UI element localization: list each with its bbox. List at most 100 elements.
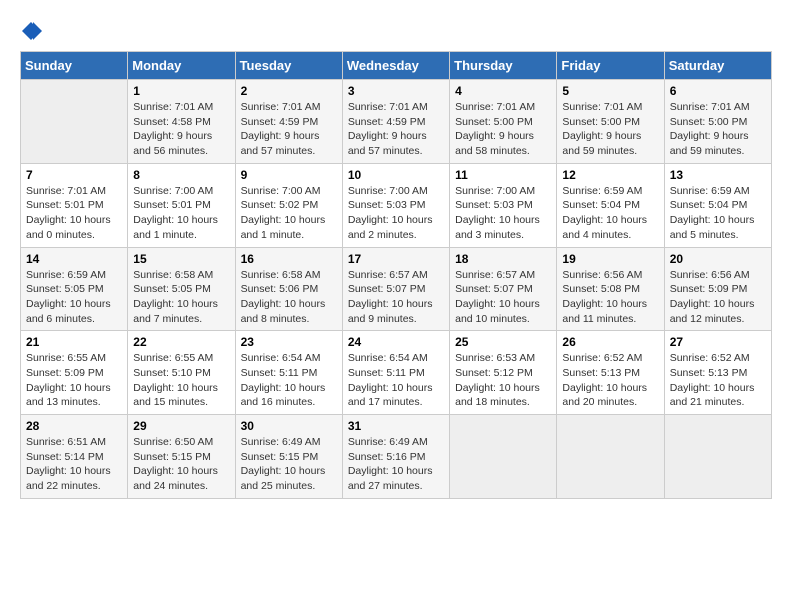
day-info: Sunrise: 6:52 AMSunset: 5:13 PMDaylight:… xyxy=(670,351,766,410)
calendar-cell: 7 Sunrise: 7:01 AMSunset: 5:01 PMDaylight… xyxy=(21,163,128,247)
day-number: 26 xyxy=(562,335,658,349)
day-number: 31 xyxy=(348,419,444,433)
day-info: Sunrise: 7:01 AMSunset: 4:58 PMDaylight:… xyxy=(133,100,229,159)
calendar-cell: 4 Sunrise: 7:01 AMSunset: 5:00 PMDaylight… xyxy=(450,80,557,164)
day-number: 7 xyxy=(26,168,122,182)
day-info: Sunrise: 7:01 AMSunset: 4:59 PMDaylight:… xyxy=(348,100,444,159)
calendar-cell: 10 Sunrise: 7:00 AMSunset: 5:03 PMDayligh… xyxy=(342,163,449,247)
calendar-cell: 30 Sunrise: 6:49 AMSunset: 5:15 PMDayligh… xyxy=(235,415,342,499)
calendar-cell: 14 Sunrise: 6:59 AMSunset: 5:05 PMDayligh… xyxy=(21,247,128,331)
day-info: Sunrise: 6:55 AMSunset: 5:09 PMDaylight:… xyxy=(26,351,122,410)
day-info: Sunrise: 6:54 AMSunset: 5:11 PMDaylight:… xyxy=(241,351,337,410)
day-info: Sunrise: 6:55 AMSunset: 5:10 PMDaylight:… xyxy=(133,351,229,410)
day-number: 29 xyxy=(133,419,229,433)
calendar-cell xyxy=(557,415,664,499)
day-header-saturday: Saturday xyxy=(664,52,771,80)
day-info: Sunrise: 6:54 AMSunset: 5:11 PMDaylight:… xyxy=(348,351,444,410)
day-info: Sunrise: 6:50 AMSunset: 5:15 PMDaylight:… xyxy=(133,435,229,494)
calendar-cell: 27 Sunrise: 6:52 AMSunset: 5:13 PMDayligh… xyxy=(664,331,771,415)
calendar-cell: 26 Sunrise: 6:52 AMSunset: 5:13 PMDayligh… xyxy=(557,331,664,415)
calendar-cell: 28 Sunrise: 6:51 AMSunset: 5:14 PMDayligh… xyxy=(21,415,128,499)
day-number: 3 xyxy=(348,84,444,98)
day-number: 23 xyxy=(241,335,337,349)
calendar-cell: 22 Sunrise: 6:55 AMSunset: 5:10 PMDayligh… xyxy=(128,331,235,415)
day-number: 4 xyxy=(455,84,551,98)
day-number: 17 xyxy=(348,252,444,266)
day-number: 19 xyxy=(562,252,658,266)
calendar-cell: 31 Sunrise: 6:49 AMSunset: 5:16 PMDayligh… xyxy=(342,415,449,499)
day-number: 5 xyxy=(562,84,658,98)
day-header-monday: Monday xyxy=(128,52,235,80)
calendar-header-row: SundayMondayTuesdayWednesdayThursdayFrid… xyxy=(21,52,772,80)
calendar-cell: 23 Sunrise: 6:54 AMSunset: 5:11 PMDayligh… xyxy=(235,331,342,415)
calendar-cell: 21 Sunrise: 6:55 AMSunset: 5:09 PMDayligh… xyxy=(21,331,128,415)
day-number: 22 xyxy=(133,335,229,349)
day-number: 20 xyxy=(670,252,766,266)
calendar-week-row: 7 Sunrise: 7:01 AMSunset: 5:01 PMDaylight… xyxy=(21,163,772,247)
day-info: Sunrise: 7:01 AMSunset: 5:00 PMDaylight:… xyxy=(455,100,551,159)
day-info: Sunrise: 6:49 AMSunset: 5:16 PMDaylight:… xyxy=(348,435,444,494)
calendar-cell xyxy=(450,415,557,499)
calendar-week-row: 1 Sunrise: 7:01 AMSunset: 4:58 PMDaylight… xyxy=(21,80,772,164)
logo-icon xyxy=(20,20,42,42)
calendar-cell: 3 Sunrise: 7:01 AMSunset: 4:59 PMDaylight… xyxy=(342,80,449,164)
calendar-cell: 17Sunrise: 6:57 AMSunset: 5:07 PMDayligh… xyxy=(342,247,449,331)
day-number: 2 xyxy=(241,84,337,98)
day-info: Sunrise: 6:57 AMSunset: 5:07 PMDaylight:… xyxy=(455,268,551,327)
day-number: 30 xyxy=(241,419,337,433)
calendar-cell: 5Sunrise: 7:01 AMSunset: 5:00 PMDaylight… xyxy=(557,80,664,164)
day-number: 1 xyxy=(133,84,229,98)
calendar-cell: 6Sunrise: 7:01 AMSunset: 5:00 PMDaylight… xyxy=(664,80,771,164)
day-info: Sunrise: 7:01 AMSunset: 5:01 PMDaylight:… xyxy=(26,184,122,243)
day-number: 11 xyxy=(455,168,551,182)
calendar-week-row: 21 Sunrise: 6:55 AMSunset: 5:09 PMDayligh… xyxy=(21,331,772,415)
calendar-cell: 19Sunrise: 6:56 AMSunset: 5:08 PMDayligh… xyxy=(557,247,664,331)
calendar-cell: 15 Sunrise: 6:58 AMSunset: 5:05 PMDayligh… xyxy=(128,247,235,331)
day-info: Sunrise: 6:58 AMSunset: 5:05 PMDaylight:… xyxy=(133,268,229,327)
calendar-cell: 25 Sunrise: 6:53 AMSunset: 5:12 PMDayligh… xyxy=(450,331,557,415)
day-header-thursday: Thursday xyxy=(450,52,557,80)
day-number: 13 xyxy=(670,168,766,182)
calendar-cell: 29 Sunrise: 6:50 AMSunset: 5:15 PMDayligh… xyxy=(128,415,235,499)
calendar-cell: 11 Sunrise: 7:00 AMSunset: 5:03 PMDayligh… xyxy=(450,163,557,247)
page-header xyxy=(20,20,772,41)
day-info: Sunrise: 6:51 AMSunset: 5:14 PMDaylight:… xyxy=(26,435,122,494)
day-info: Sunrise: 6:59 AMSunset: 5:05 PMDaylight:… xyxy=(26,268,122,327)
day-number: 25 xyxy=(455,335,551,349)
day-info: Sunrise: 6:53 AMSunset: 5:12 PMDaylight:… xyxy=(455,351,551,410)
day-number: 10 xyxy=(348,168,444,182)
day-info: Sunrise: 6:58 AMSunset: 5:06 PMDaylight:… xyxy=(241,268,337,327)
day-info: Sunrise: 7:00 AMSunset: 5:01 PMDaylight:… xyxy=(133,184,229,243)
day-info: Sunrise: 7:00 AMSunset: 5:02 PMDaylight:… xyxy=(241,184,337,243)
day-number: 24 xyxy=(348,335,444,349)
day-number: 15 xyxy=(133,252,229,266)
day-number: 9 xyxy=(241,168,337,182)
day-info: Sunrise: 6:59 AMSunset: 5:04 PMDaylight:… xyxy=(562,184,658,243)
day-number: 16 xyxy=(241,252,337,266)
day-number: 8 xyxy=(133,168,229,182)
calendar-cell: 16 Sunrise: 6:58 AMSunset: 5:06 PMDayligh… xyxy=(235,247,342,331)
day-header-sunday: Sunday xyxy=(21,52,128,80)
calendar-cell: 9 Sunrise: 7:00 AMSunset: 5:02 PMDaylight… xyxy=(235,163,342,247)
day-number: 18 xyxy=(455,252,551,266)
day-number: 6 xyxy=(670,84,766,98)
calendar-cell: 20 Sunrise: 6:56 AMSunset: 5:09 PMDayligh… xyxy=(664,247,771,331)
calendar-week-row: 28 Sunrise: 6:51 AMSunset: 5:14 PMDayligh… xyxy=(21,415,772,499)
day-info: Sunrise: 7:00 AMSunset: 5:03 PMDaylight:… xyxy=(348,184,444,243)
logo xyxy=(20,20,42,41)
day-number: 27 xyxy=(670,335,766,349)
day-header-wednesday: Wednesday xyxy=(342,52,449,80)
day-info: Sunrise: 6:52 AMSunset: 5:13 PMDaylight:… xyxy=(562,351,658,410)
calendar-cell: 12 Sunrise: 6:59 AMSunset: 5:04 PMDayligh… xyxy=(557,163,664,247)
day-info: Sunrise: 6:49 AMSunset: 5:15 PMDaylight:… xyxy=(241,435,337,494)
day-number: 28 xyxy=(26,419,122,433)
calendar-cell: 13 Sunrise: 6:59 AMSunset: 5:04 PMDayligh… xyxy=(664,163,771,247)
day-number: 12 xyxy=(562,168,658,182)
day-number: 14 xyxy=(26,252,122,266)
day-info: Sunrise: 6:56 AMSunset: 5:09 PMDaylight:… xyxy=(670,268,766,327)
day-info: Sunrise: 7:00 AMSunset: 5:03 PMDaylight:… xyxy=(455,184,551,243)
day-info: Sunrise: 6:59 AMSunset: 5:04 PMDaylight:… xyxy=(670,184,766,243)
calendar-week-row: 14 Sunrise: 6:59 AMSunset: 5:05 PMDayligh… xyxy=(21,247,772,331)
day-number: 21 xyxy=(26,335,122,349)
day-header-tuesday: Tuesday xyxy=(235,52,342,80)
